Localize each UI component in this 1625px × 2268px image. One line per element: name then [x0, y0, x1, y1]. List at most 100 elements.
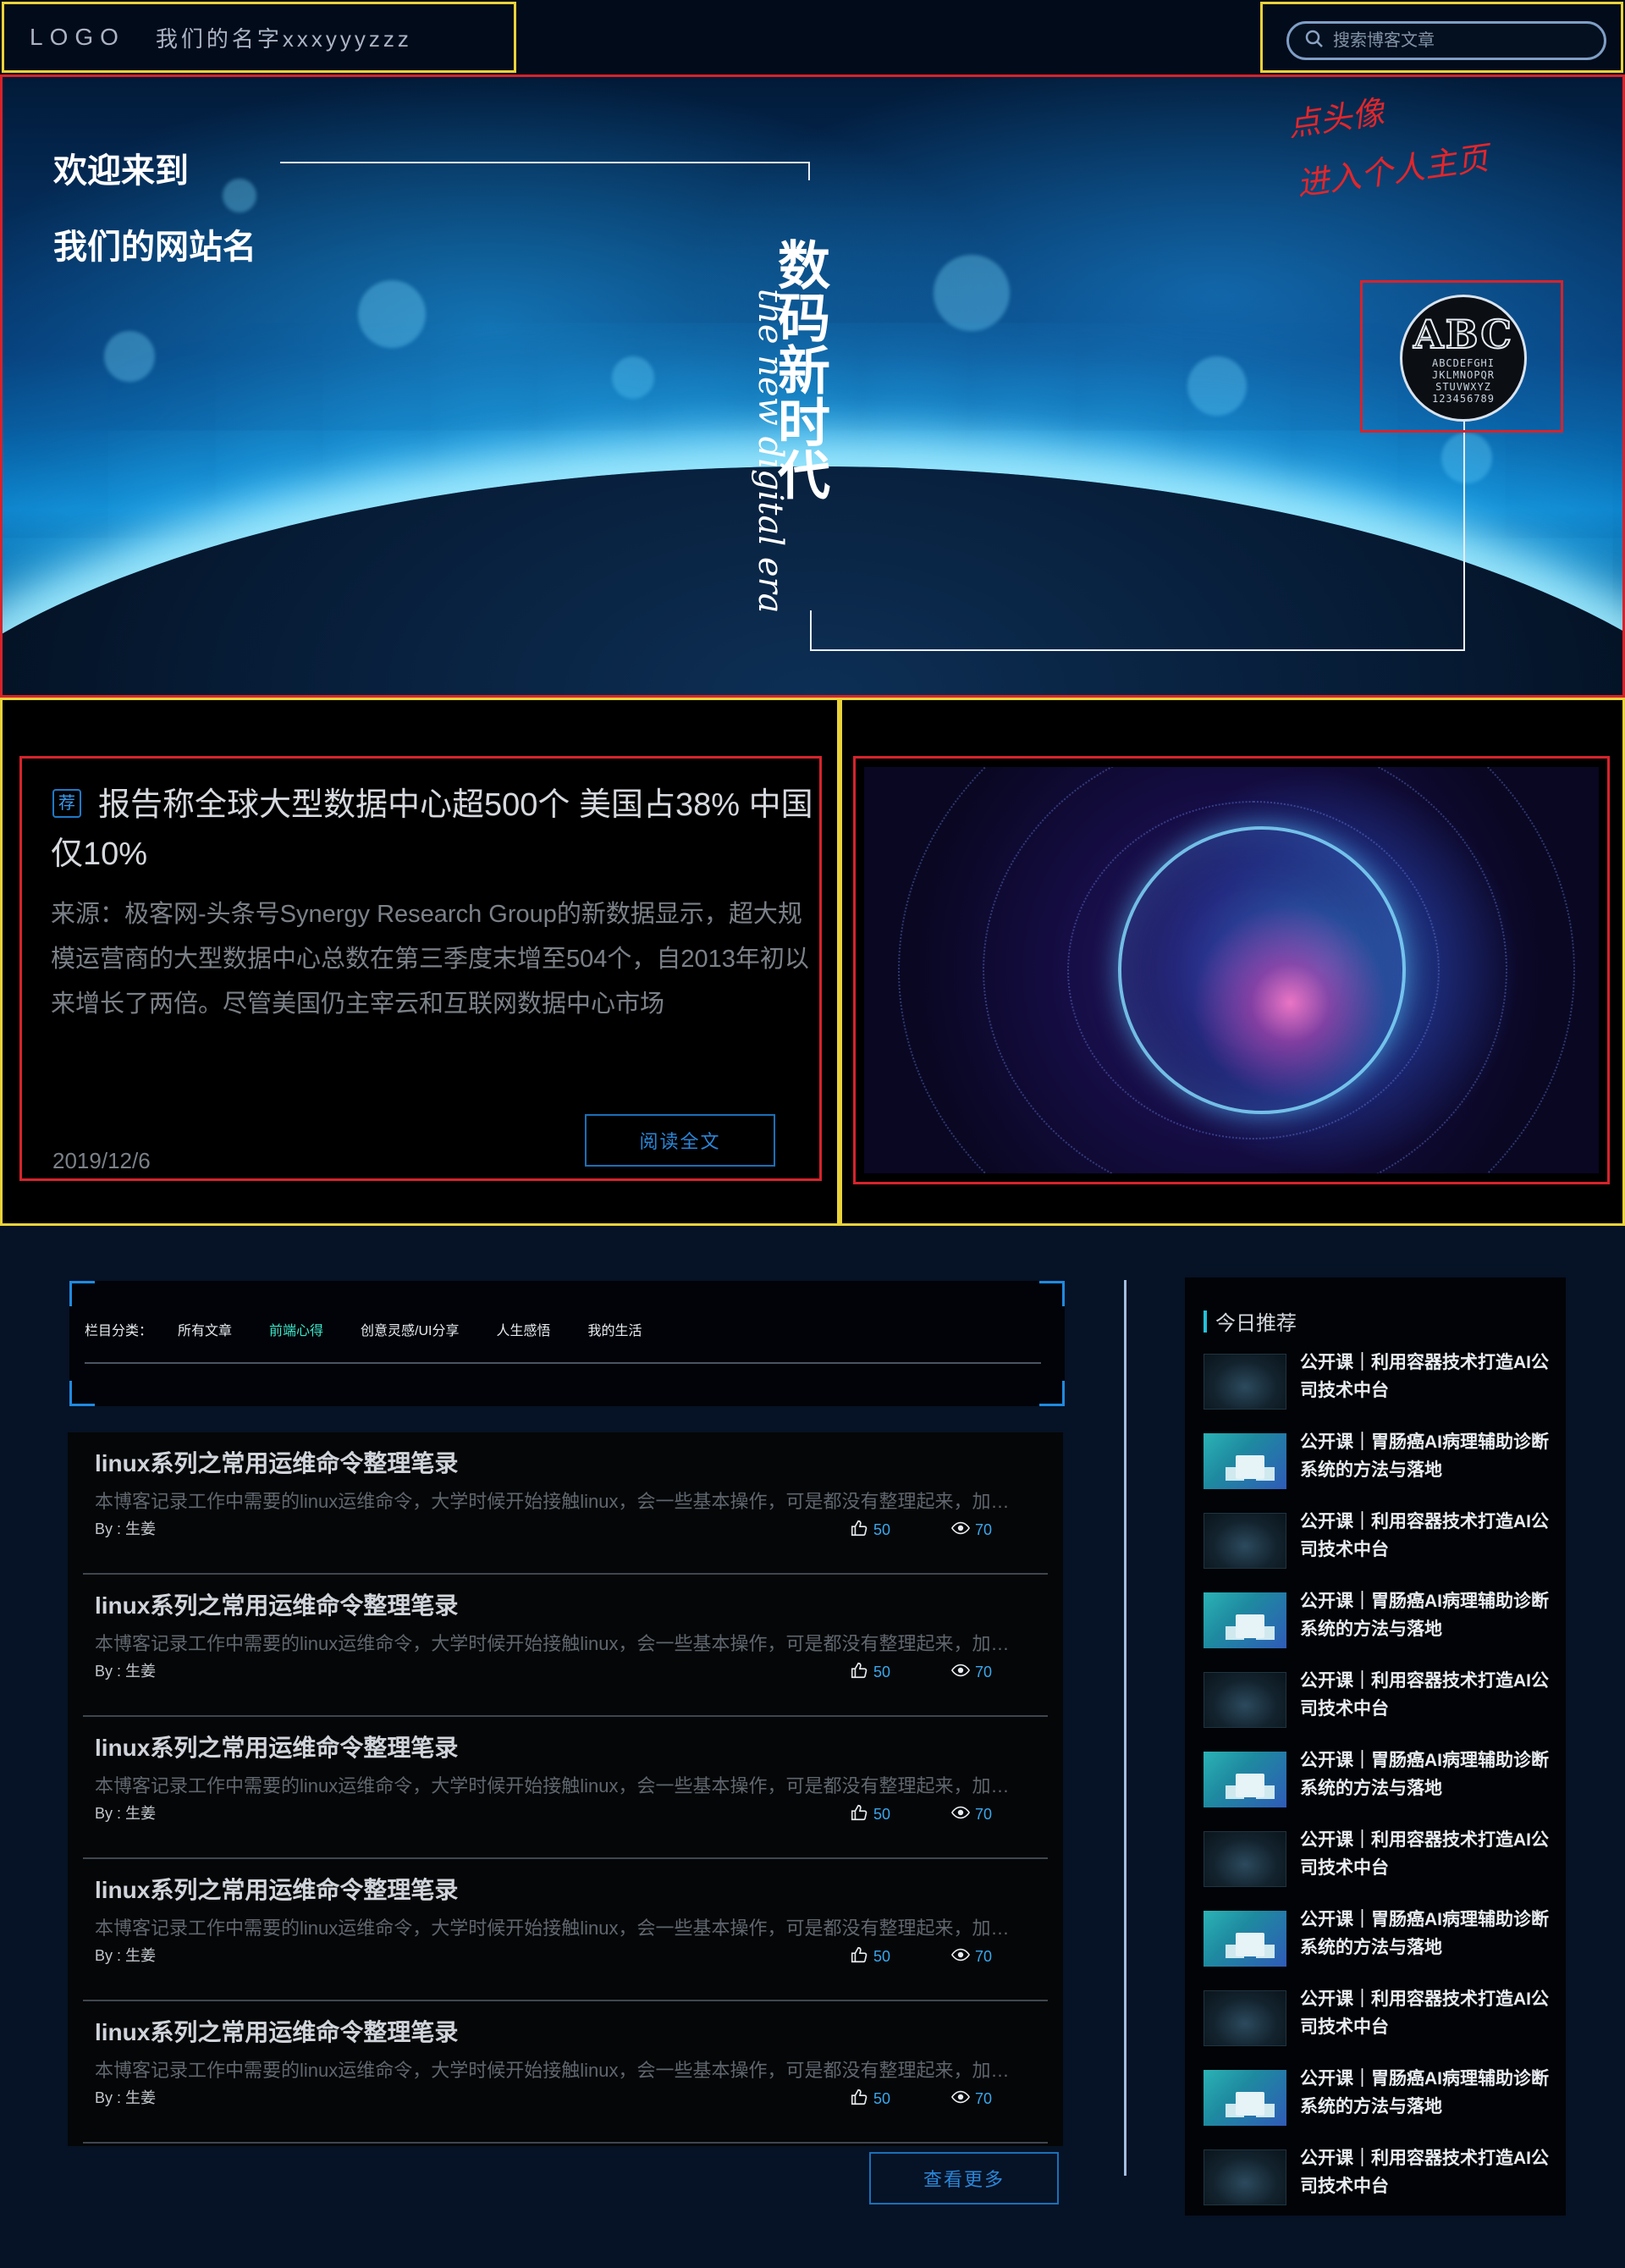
post-item[interactable]: linux系列之常用运维命令整理笔录 本博客记录工作中需要的linux运维命令，… [83, 1575, 1048, 1717]
frame-line-bottom [810, 649, 1463, 651]
post-list: linux系列之常用运维命令整理笔录 本博客记录工作中需要的linux运维命令，… [68, 1432, 1063, 2146]
post-author: By : 生姜 [95, 1663, 157, 1680]
avatar-alphabet-4: 123456789 [1431, 393, 1496, 405]
bokeh-light [358, 280, 426, 348]
recommend-thumbnail[interactable] [1204, 1990, 1286, 2046]
recommend-item[interactable]: 公开课｜利用容器技术打造AI公司技术中台 [1204, 1349, 1559, 1420]
site-name: 我们的名字xxxyyyzzz [155, 25, 412, 52]
logo-area[interactable]: LOGO 我们的名字xxxyyyzzz [2, 2, 516, 73]
recommend-thumbnail[interactable] [1204, 1831, 1286, 1887]
read-full-button[interactable]: 阅读全文 [585, 1114, 775, 1167]
featured-article-title[interactable]: 报告称全球大型数据中心超500个 美国占38% 中国仅10% [51, 781, 821, 879]
recommend-item[interactable]: 公开课｜利用容器技术打造AI公司技术中台 [1204, 1826, 1559, 1897]
recommend-thumbnail[interactable] [1204, 1911, 1286, 1967]
category-ui[interactable]: 创意灵感/UI分享 [361, 1319, 459, 1339]
post-excerpt: 本博客记录工作中需要的linux运维命令，大学时候开始接触linux，会一些基本… [95, 1775, 1026, 1796]
vertical-divider [1124, 1280, 1126, 2176]
hero-banner: 欢迎来到 我们的网站名 数码新时代 the new digital era 点头… [0, 74, 1625, 698]
recommend-thumbnail[interactable] [1204, 1354, 1286, 1410]
post-title[interactable]: linux系列之常用运维命令整理笔录 [95, 1730, 458, 1763]
post-excerpt: 本博客记录工作中需要的linux运维命令，大学时候开始接触linux，会一些基本… [95, 1633, 1026, 1654]
bokeh-light [934, 255, 1010, 331]
view-count: 70 [950, 2088, 992, 2111]
hero-script-text: the new digital era [751, 289, 790, 614]
like-count[interactable]: 50 [850, 1945, 890, 1968]
thumbs-up-icon [850, 1519, 873, 1542]
post-title[interactable]: linux系列之常用运维命令整理笔录 [95, 1445, 458, 1479]
bokeh-light [1187, 356, 1247, 416]
category-label: 栏目分类： [85, 1324, 153, 1338]
recommend-item[interactable]: 公开课｜利用容器技术打造AI公司技术中台 [1204, 1508, 1559, 1579]
category-life-thoughts[interactable]: 人生感悟 [497, 1319, 551, 1339]
post-item[interactable]: linux系列之常用运维命令整理笔录 本博客记录工作中需要的linux运维命令，… [83, 1717, 1048, 1859]
recommend-item[interactable]: 公开课｜胃肠癌AI病理辅助诊断系统的方法与落地 [1204, 1747, 1559, 1818]
post-title[interactable]: linux系列之常用运维命令整理笔录 [95, 2014, 458, 2048]
search-icon[interactable] [1304, 29, 1325, 53]
recommend-title[interactable]: 公开课｜利用容器技术打造AI公司技术中台 [1300, 1826, 1559, 1882]
recommend-item[interactable]: 公开课｜胃肠癌AI病理辅助诊断系统的方法与落地 [1204, 1428, 1559, 1499]
avatar-alphabet-3: STUVWXYZ [1435, 381, 1491, 393]
recommend-thumbnail[interactable] [1204, 1513, 1286, 1569]
recommend-title[interactable]: 公开课｜利用容器技术打造AI公司技术中台 [1300, 2144, 1559, 2200]
like-value: 50 [873, 1948, 891, 1965]
like-count[interactable]: 50 [850, 2088, 890, 2111]
recommend-title[interactable]: 公开课｜胃肠癌AI病理辅助诊断系统的方法与落地 [1300, 1747, 1559, 1802]
category-divider [85, 1362, 1041, 1364]
like-count[interactable]: 50 [850, 1661, 890, 1684]
thumbs-up-icon [850, 1945, 873, 1968]
post-item[interactable]: linux系列之常用运维命令整理笔录 本博客记录工作中需要的linux运维命令，… [83, 1859, 1048, 2001]
like-count[interactable]: 50 [850, 1519, 890, 1542]
avatar-letters: ABC [1413, 311, 1514, 358]
corner-bracket [69, 1381, 95, 1406]
recommend-title[interactable]: 公开课｜利用容器技术打造AI公司技术中台 [1300, 1349, 1559, 1404]
view-more-button[interactable]: 查看更多 [869, 2152, 1059, 2205]
view-value: 70 [975, 1521, 993, 1538]
recommend-thumbnail[interactable] [1204, 1592, 1286, 1648]
recommend-thumbnail[interactable] [1204, 1752, 1286, 1807]
bokeh-light [104, 331, 155, 382]
annotation-line2: 进入个人主页 [1294, 139, 1491, 203]
recommend-thumbnail[interactable] [1204, 2070, 1286, 2126]
post-title[interactable]: linux系列之常用运维命令整理笔录 [95, 1872, 458, 1906]
logo[interactable]: LOGO [30, 24, 125, 51]
post-title[interactable]: linux系列之常用运维命令整理笔录 [95, 1587, 458, 1621]
content-section: 栏目分类： 所有文章 前端心得 创意灵感/UI分享 人生感悟 我的生活 linu… [0, 1226, 1625, 2268]
recommend-item[interactable]: 公开课｜胃肠癌AI病理辅助诊断系统的方法与落地 [1204, 1906, 1559, 1977]
recommend-item[interactable]: 公开课｜利用容器技术打造AI公司技术中台 [1204, 1985, 1559, 2056]
recommend-title[interactable]: 公开课｜胃肠癌AI病理辅助诊断系统的方法与落地 [1300, 1587, 1559, 1643]
recommend-title[interactable]: 公开课｜胃肠癌AI病理辅助诊断系统的方法与落地 [1300, 1906, 1559, 1962]
view-count: 70 [950, 1519, 993, 1542]
recommend-title[interactable]: 公开课｜利用容器技术打造AI公司技术中台 [1300, 1508, 1559, 1564]
like-count[interactable]: 50 [850, 1803, 890, 1826]
post-item[interactable]: linux系列之常用运维命令整理笔录 本博客记录工作中需要的linux运维命令，… [83, 1432, 1048, 1575]
recommend-thumbnail[interactable] [1204, 2149, 1286, 2205]
hero-welcome: 欢迎来到 [53, 152, 189, 190]
search-input[interactable] [1333, 30, 1587, 51]
recommend-title[interactable]: 公开课｜利用容器技术打造AI公司技术中台 [1300, 1985, 1559, 2041]
view-count: 70 [950, 1661, 992, 1684]
recommend-item[interactable]: 公开课｜胃肠癌AI病理辅助诊断系统的方法与落地 [1204, 1587, 1559, 1658]
featured-image[interactable] [864, 767, 1599, 1173]
recommend-item[interactable]: 公开课｜利用容器技术打造AI公司技术中台 [1204, 1667, 1559, 1738]
recommend-title[interactable]: 公开课｜胃肠癌AI病理辅助诊断系统的方法与落地 [1300, 2065, 1559, 2121]
recommend-thumbnail[interactable] [1204, 1433, 1286, 1489]
recommend-title[interactable]: 公开课｜利用容器技术打造AI公司技术中台 [1300, 1667, 1559, 1723]
recommend-title[interactable]: 公开课｜胃肠癌AI病理辅助诊断系统的方法与落地 [1300, 1428, 1559, 1484]
eye-icon [950, 1945, 975, 1968]
frame-line-top-right [808, 162, 810, 180]
recommend-item[interactable]: 公开课｜胃肠癌AI病理辅助诊断系统的方法与落地 [1204, 2065, 1559, 2136]
post-excerpt: 本博客记录工作中需要的linux运维命令，大学时候开始接触linux，会一些基本… [95, 1918, 1026, 1939]
category-my-life[interactable]: 我的生活 [588, 1319, 642, 1339]
avatar-frame: ABC ABCDEFGHI JKLMNOPQR STUVWXYZ 1234567… [1360, 280, 1563, 433]
featured-article-card[interactable]: 荐 报告称全球大型数据中心超500个 美国占38% 中国仅10% 来源：极客网-… [19, 756, 822, 1181]
category-all[interactable]: 所有文章 [178, 1319, 232, 1339]
search-bar[interactable] [1286, 21, 1606, 60]
like-value: 50 [873, 1664, 891, 1680]
post-item[interactable]: linux系列之常用运维命令整理笔录 本博客记录工作中需要的linux运维命令，… [83, 2001, 1048, 2144]
sidebar-heading: 今日推荐 [1204, 1306, 1297, 1336]
recommend-item[interactable]: 公开课｜利用容器技术打造AI公司技术中台 [1204, 2144, 1559, 2216]
bokeh-light [223, 179, 256, 212]
recommend-thumbnail[interactable] [1204, 1672, 1286, 1728]
avatar[interactable]: ABC ABCDEFGHI JKLMNOPQR STUVWXYZ 1234567… [1400, 295, 1527, 422]
category-frontend[interactable]: 前端心得 [269, 1319, 323, 1339]
